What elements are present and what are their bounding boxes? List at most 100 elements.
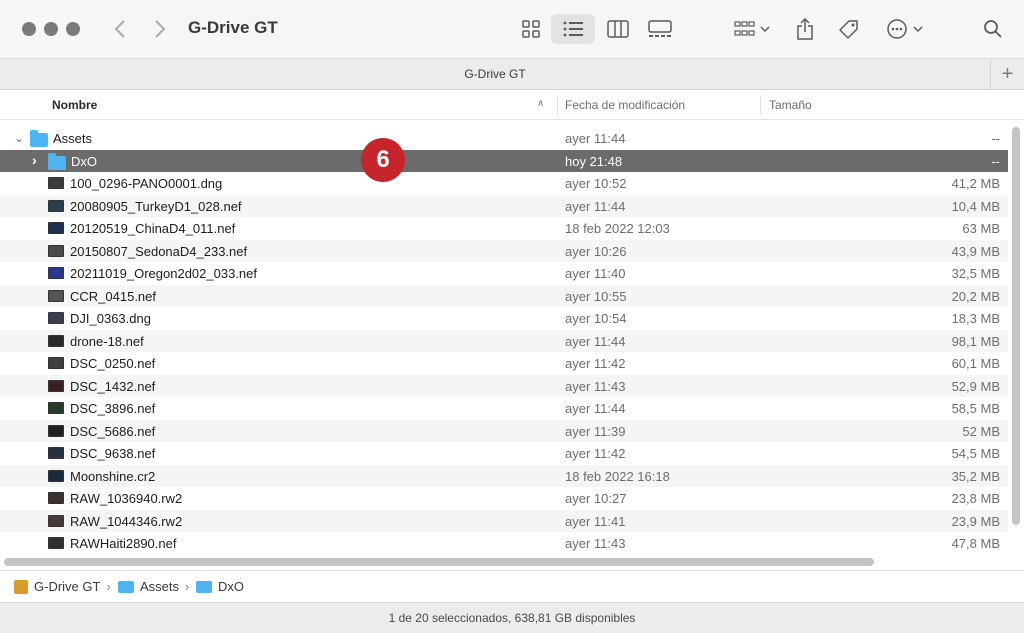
path-item-assets[interactable]: Assets ›	[118, 579, 189, 594]
file-row[interactable]: RAW_1036940.rw2 ayer 10:27 23,8 MB	[0, 487, 1008, 510]
file-date: ayer 11:43	[565, 378, 626, 394]
image-thumbnail-icon	[48, 312, 64, 324]
file-date: ayer 10:55	[565, 288, 627, 304]
file-size: --	[991, 131, 1000, 146]
zoom-window-button[interactable]	[66, 22, 80, 36]
tab-g-drive-gt[interactable]: G-Drive GT	[0, 67, 990, 81]
column-header-date[interactable]: Fecha de modificación	[565, 98, 685, 112]
file-size: 63 MB	[962, 221, 1000, 236]
file-row[interactable]: CCR_0415.nef ayer 10:55 20,2 MB	[0, 284, 1008, 307]
status-bar: 1 de 20 seleccionados, 638,81 GB disponi…	[0, 602, 1024, 633]
share-button[interactable]	[790, 14, 820, 44]
file-name: RAWHaiti2890.nef	[70, 536, 177, 551]
file-size: 41,2 MB	[951, 176, 1000, 191]
file-date: ayer 11:44	[565, 131, 626, 146]
list-view-button[interactable]	[551, 14, 595, 44]
file-row[interactable]: DSC_0250.nef ayer 11:42 60,1 MB	[0, 352, 1008, 375]
image-thumbnail-icon	[48, 357, 64, 369]
file-date: ayer 11:40	[565, 266, 626, 281]
image-thumbnail-icon	[48, 267, 64, 279]
file-date: ayer 11:41	[565, 513, 626, 529]
file-date: ayer 10:27	[565, 491, 627, 506]
search-icon	[984, 20, 1002, 38]
path-item-drive[interactable]: G-Drive GT ›	[14, 579, 111, 594]
search-button[interactable]	[978, 14, 1008, 44]
file-name: 100_0296-PANO0001.dng	[70, 176, 223, 191]
file-size: 35,2 MB	[951, 468, 1000, 484]
file-row[interactable]: 20120519_ChinaD4_011.nef 18 feb 2022 12:0…	[0, 217, 1008, 240]
file-row[interactable]: RAWHaiti2890.nef ayer 11:43 47,8 MB	[0, 532, 1008, 555]
file-row[interactable]: DSC_5686.nef ayer 11:39 52 MB	[0, 419, 1008, 442]
file-date: ayer 11:44	[565, 401, 626, 416]
file-row[interactable]: DSC_9638.nef ayer 11:42 54,5 MB	[0, 442, 1008, 465]
file-date: ayer 11:42	[565, 356, 626, 371]
file-name: CCR_0415.nef	[70, 288, 156, 304]
sort-ascending-icon: ∧	[537, 98, 545, 109]
file-size: 98,1 MB	[951, 333, 1000, 349]
file-size: 23,9 MB	[951, 513, 1000, 529]
back-button[interactable]	[106, 15, 134, 43]
column-header-name[interactable]: Nombre	[52, 98, 97, 112]
file-row[interactable]: RAW_1044346.rw2 ayer 11:41 23,9 MB	[0, 509, 1008, 532]
file-size: 10,4 MB	[951, 198, 1000, 214]
file-date: ayer 10:54	[565, 311, 627, 326]
file-name: 20211019_Oregon2d02_033.nef	[70, 266, 257, 281]
file-name: 20150807_SedonaD4_233.nef	[70, 243, 248, 259]
close-window-button[interactable]	[22, 22, 36, 36]
group-button[interactable]	[730, 14, 774, 44]
horizontal-scrollbar[interactable]	[4, 558, 874, 566]
file-date: ayer 10:26	[565, 243, 627, 259]
icon-view-button[interactable]	[516, 14, 546, 44]
file-row[interactable]: ⌄ Assets ayer 11:44 --	[0, 127, 1008, 150]
file-size: 18,3 MB	[951, 311, 1000, 326]
list-view-icon	[563, 21, 583, 37]
file-name: RAW_1044346.rw2	[70, 513, 183, 529]
file-name: RAW_1036940.rw2	[70, 491, 183, 506]
more-icon	[887, 19, 923, 39]
path-item-dxo[interactable]: DxO	[196, 579, 244, 594]
image-thumbnail-icon	[48, 199, 64, 212]
image-thumbnail-icon	[48, 514, 64, 527]
chevron-right-icon[interactable]: ›	[32, 152, 37, 168]
file-name: Assets	[53, 131, 93, 146]
file-row[interactable]: 100_0296-PANO0001.dng ayer 10:52 41,2 MB	[0, 172, 1008, 195]
path-item-label: G-Drive GT	[34, 579, 101, 594]
file-name: DSC_1432.nef	[70, 378, 156, 394]
image-thumbnail-icon	[48, 244, 64, 257]
file-name: 20120519_ChinaD4_011.nef	[70, 221, 236, 236]
file-row[interactable]: 20211019_Oregon2d02_033.nef ayer 11:40 32,…	[0, 262, 1008, 285]
file-row[interactable]: DSC_1432.nef ayer 11:43 52,9 MB	[0, 374, 1008, 397]
window-title: G-Drive GT	[188, 18, 278, 37]
file-date: ayer 10:52	[565, 176, 627, 191]
file-name: DSC_5686.nef	[70, 423, 156, 439]
file-row[interactable]: Moonshine.cr2 18 feb 2022 16:18 35,2 MB	[0, 464, 1008, 487]
column-divider[interactable]	[557, 95, 558, 115]
file-row[interactable]: 20150807_SedonaD4_233.nef ayer 10:26 43,9 …	[0, 239, 1008, 262]
file-row[interactable]: › DxO hoy 21:48 --	[0, 149, 1008, 172]
chevron-right-icon	[155, 20, 166, 38]
step-number-badge: 6	[361, 138, 405, 182]
file-row[interactable]: drone-18.nef ayer 11:44 98,1 MB	[0, 329, 1008, 352]
forward-button[interactable]	[146, 15, 174, 43]
new-tab-button[interactable]: +	[990, 59, 1024, 90]
file-name: DSC_0250.nef	[70, 356, 156, 371]
column-divider[interactable]	[760, 95, 761, 115]
column-view-button[interactable]	[603, 14, 633, 44]
column-headers: Nombre ∧ Fecha de modificación Tamaño	[0, 91, 1024, 120]
minimize-window-button[interactable]	[44, 22, 58, 36]
file-row[interactable]: 20080905_TurkeyD1_028.nef ayer 11:44 10,4 …	[0, 194, 1008, 217]
vertical-scrollbar[interactable]	[1012, 127, 1020, 525]
column-header-size[interactable]: Tamaño	[769, 98, 812, 112]
chevron-down-icon[interactable]: ⌄	[14, 131, 24, 145]
file-name: drone-18.nef	[70, 333, 144, 349]
more-actions-button[interactable]	[884, 14, 928, 44]
file-row[interactable]: DSC_3896.nef ayer 11:44 58,5 MB	[0, 397, 1008, 420]
file-row[interactable]: DJI_0363.dng ayer 10:54 18,3 MB	[0, 307, 1008, 330]
file-date: 18 feb 2022 16:18	[565, 468, 670, 484]
tag-icon	[839, 20, 858, 39]
toolbar: G-Drive GT	[0, 0, 1024, 58]
image-thumbnail-icon	[48, 334, 64, 347]
gallery-view-button[interactable]	[645, 14, 675, 44]
tag-button[interactable]	[834, 14, 864, 44]
finder-window: G-Drive GT G-Drive GT + Nombre ∧ Fecha d…	[0, 0, 1024, 633]
